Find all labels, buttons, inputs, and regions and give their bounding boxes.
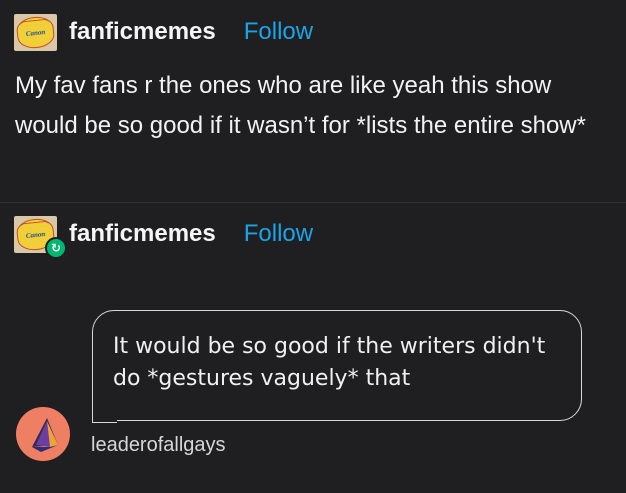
ask-text: It would be so good if the writers didn'… (113, 334, 546, 391)
post-header: Canon ↻ fanficmemes Follow (14, 214, 313, 259)
ask-bubble: It would be so good if the writers didn'… (92, 310, 582, 421)
asker-avatar[interactable] (14, 405, 72, 463)
ask-bubble-tail (92, 398, 117, 423)
asker-name[interactable]: leaderofallgays (91, 434, 226, 457)
blog-avatar[interactable]: Canon ↻ (14, 215, 67, 259)
logo-image: Canon (15, 14, 56, 50)
follow-button[interactable]: Follow (244, 18, 313, 46)
repeat-icon: ↻ (45, 236, 67, 259)
post-header: Canon fanficmemes Follow (14, 12, 313, 52)
blog-avatar[interactable]: Canon (14, 13, 57, 51)
follow-button[interactable]: Follow (244, 220, 313, 248)
blog-name[interactable]: fanficmemes (69, 18, 216, 46)
blog-name[interactable]: fanficmemes (69, 220, 216, 248)
post-divider (0, 202, 626, 203)
post-body: My fav fans r the ones who are like yeah… (15, 72, 586, 139)
